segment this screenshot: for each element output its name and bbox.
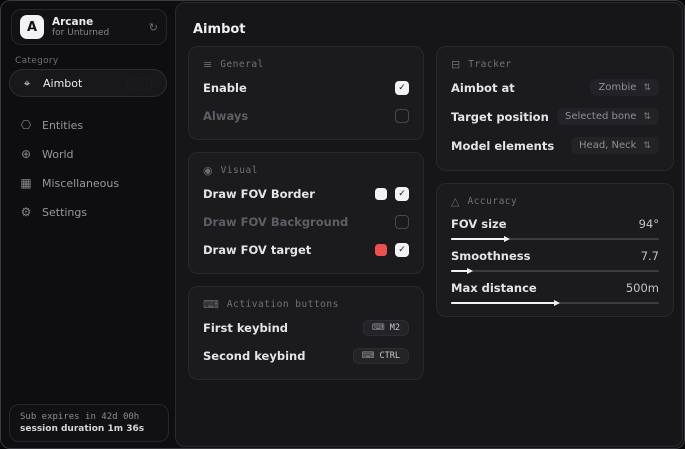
max-distance-slider-group: Max distance 500m [451, 279, 659, 304]
aimbot-item-ghost-badge [126, 78, 152, 90]
sidebar-item-settings[interactable]: ⚙ Settings [9, 198, 167, 226]
always-checkbox[interactable] [395, 109, 409, 123]
fov-border-color-swatch[interactable] [375, 188, 387, 200]
app-window: A Arcane for Unturned ↻ Category ⌖ Aimbo… [0, 0, 685, 449]
sidebar-item-miscellaneous[interactable]: ▦ Miscellaneous [9, 169, 167, 197]
panel-title: Visual [221, 165, 258, 176]
panel-title: General [220, 59, 264, 70]
fov-size-value: 94° [639, 217, 659, 231]
sidebar-item-label: Aimbot [43, 77, 82, 90]
grid-icon: ▦ [19, 176, 33, 190]
crosshair-icon: ⌖ [20, 76, 34, 91]
left-column: ≡ General Enable ✓ Always ◉ Visual [188, 46, 424, 380]
globe-icon: ⊕ [19, 147, 33, 161]
sliders-icon: ≡ [203, 58, 212, 71]
sync-icon[interactable]: ↻ [149, 21, 158, 34]
setting-row-aimbot-at: Aimbot at Zombie ⇅ [451, 75, 659, 100]
gear-icon: ⚙ [19, 205, 33, 219]
tracker-panel: ⊟ Tracker Aimbot at Zombie ⇅ Target posi… [436, 46, 674, 171]
visual-panel: ◉ Visual Draw FOV Border ✓ Draw FOV Back… [188, 152, 424, 274]
page-title: Aimbot [193, 22, 246, 37]
sidebar-item-aimbot[interactable]: ⌖ Aimbot [9, 69, 167, 97]
brand-card: A Arcane for Unturned ↻ [11, 9, 167, 45]
general-panel: ≡ General Enable ✓ Always [188, 46, 424, 140]
setting-row-model-elements: Model elements Head, Neck ⇅ [451, 133, 659, 158]
session-duration-text: session duration 1m 36s [20, 424, 158, 434]
sidebar-item-world[interactable]: ⊕ World [9, 140, 167, 168]
panel-title: Accuracy [467, 196, 517, 207]
setting-row-enable: Enable ✓ [203, 77, 409, 99]
eye-icon: ◉ [203, 164, 213, 177]
brand-logo: A [20, 15, 44, 39]
first-keybind-button[interactable]: ⌨ M2 [363, 320, 409, 336]
main-panel: Aimbot ≡ General Enable ✓ Always [175, 2, 683, 447]
fov-target-checkbox[interactable]: ✓ [395, 243, 409, 257]
slider-thumb[interactable] [504, 236, 510, 242]
sidebar-item-label: World [42, 148, 74, 161]
subscription-card: Sub expires in 42d 00h session duration … [9, 404, 169, 442]
unfold-icon: ⇅ [643, 112, 651, 122]
aimbot-at-dropdown[interactable]: Zombie ⇅ [590, 79, 659, 96]
fov-size-slider[interactable] [451, 238, 659, 240]
sidebar: A Arcane for Unturned ↻ Category ⌖ Aimbo… [1, 1, 175, 448]
sidebar-item-label: Entities [42, 119, 83, 132]
right-column: ⊟ Tracker Aimbot at Zombie ⇅ Target posi… [436, 46, 674, 317]
category-label: Category [15, 56, 59, 66]
smoothness-slider[interactable] [451, 270, 659, 272]
sidebar-item-entities[interactable]: ⎔ Entities [9, 111, 167, 139]
max-distance-slider[interactable] [451, 302, 659, 304]
setting-row-second-keybind: Second keybind ⌨ CTRL [203, 345, 409, 367]
second-keybind-button[interactable]: ⌨ CTRL [353, 348, 409, 364]
enable-checkbox[interactable]: ✓ [395, 81, 409, 95]
sidebar-nav: ⌖ Aimbot ⎔ Entities ⊕ World ▦ Miscellane… [1, 69, 175, 227]
fov-size-slider-group: FOV size 94° [451, 215, 659, 240]
unfold-icon: ⇅ [643, 83, 651, 93]
brand-name: Arcane [52, 16, 141, 28]
setting-row-target-position: Target position Selected bone ⇅ [451, 104, 659, 129]
sub-expiry-text: Sub expires in 42d 00h [20, 412, 158, 422]
sidebar-item-label: Settings [42, 206, 87, 219]
triangle-icon: △ [451, 195, 459, 208]
setting-row-always: Always [203, 105, 409, 127]
smoothness-value: 7.7 [641, 249, 659, 263]
setting-row-fov-border: Draw FOV Border ✓ [203, 183, 409, 205]
keyboard-icon: ⌨ [362, 351, 375, 361]
keyboard-icon: ⌨ [203, 298, 219, 311]
model-elements-dropdown[interactable]: Head, Neck ⇅ [571, 137, 659, 154]
activation-panel: ⌨ Activation buttons First keybind ⌨ M2 … [188, 286, 424, 380]
fov-background-checkbox[interactable] [395, 215, 409, 229]
setting-row-fov-background: Draw FOV Background [203, 211, 409, 233]
panel-title: Activation buttons [227, 299, 339, 310]
smoothness-slider-group: Smoothness 7.7 [451, 247, 659, 272]
keyboard-icon: ⌨ [372, 323, 385, 333]
setting-row-fov-target: Draw FOV target ✓ [203, 239, 409, 261]
brand-subtitle: for Unturned [52, 28, 141, 38]
accuracy-panel: △ Accuracy FOV size 94° [436, 183, 674, 317]
slider-thumb[interactable] [554, 300, 560, 306]
setting-row-first-keybind: First keybind ⌨ M2 [203, 317, 409, 339]
entities-icon: ⎔ [19, 118, 33, 132]
panel-title: Tracker [468, 59, 512, 70]
unfold-icon: ⇅ [643, 141, 651, 151]
fov-target-color-swatch[interactable] [375, 244, 387, 256]
scan-icon: ⊟ [451, 58, 460, 71]
max-distance-value: 500m [626, 281, 659, 295]
fov-border-checkbox[interactable]: ✓ [395, 187, 409, 201]
slider-thumb[interactable] [467, 268, 473, 274]
target-position-dropdown[interactable]: Selected bone ⇅ [557, 108, 659, 125]
sidebar-item-label: Miscellaneous [42, 177, 119, 190]
